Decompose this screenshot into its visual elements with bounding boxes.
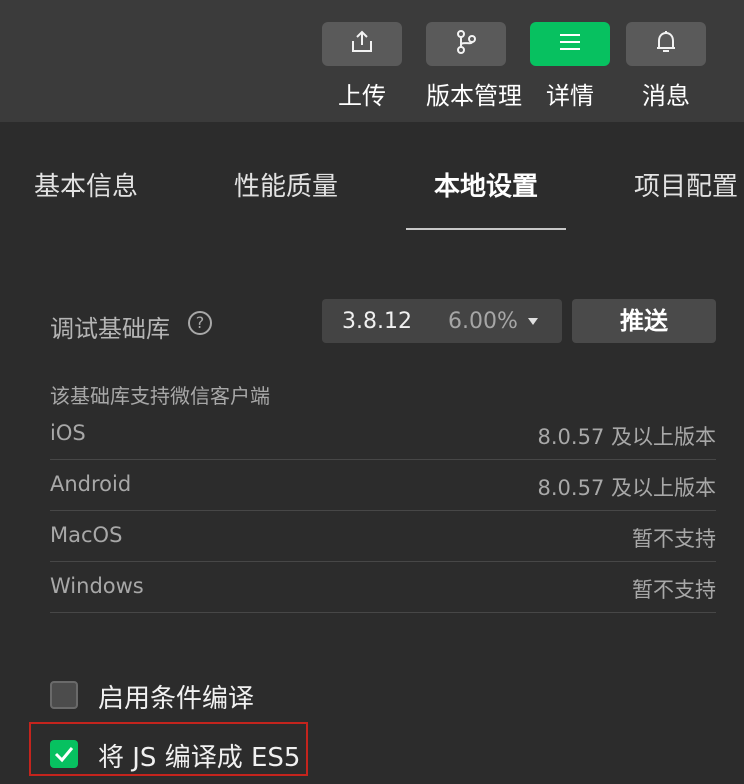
tab-basic-info[interactable]: 基本信息	[34, 166, 138, 203]
supported-clients-title: 该基础库支持微信客户端	[50, 384, 270, 408]
branch-icon	[453, 29, 479, 59]
library-version-select[interactable]: 3.8.12 6.00%	[322, 299, 562, 343]
upload-label: 上传	[338, 82, 386, 110]
client-version: 暂不支持	[632, 578, 716, 602]
debug-library-label: 调试基础库	[50, 315, 170, 343]
client-name: iOS	[50, 421, 86, 445]
active-tab-indicator	[406, 228, 566, 230]
details-label: 详情	[546, 82, 594, 110]
es5-compile-checkbox[interactable]	[50, 740, 78, 768]
version-tool[interactable]: 版本管理	[426, 22, 522, 111]
tab-performance[interactable]: 性能质量	[234, 166, 338, 203]
version-management-label: 版本管理	[426, 82, 522, 110]
details-tool[interactable]: 详情	[530, 22, 610, 111]
push-button[interactable]: 推送	[572, 299, 716, 343]
list-item: Android 8.0.57 及以上版本	[50, 460, 716, 511]
tab-project-config[interactable]: 项目配置	[634, 166, 738, 203]
version-management-button[interactable]	[426, 22, 506, 66]
client-version: 8.0.57 及以上版本	[537, 476, 716, 500]
client-name: Android	[50, 472, 132, 496]
tab-local-settings[interactable]: 本地设置	[434, 166, 538, 203]
supported-clients-list: iOS 8.0.57 及以上版本 Android 8.0.57 及以上版本 Ma…	[50, 409, 716, 613]
list-item: MacOS 暂不支持	[50, 511, 716, 562]
messages-button[interactable]	[626, 22, 706, 66]
chevron-down-icon	[528, 318, 538, 325]
help-icon[interactable]: ?	[188, 311, 212, 335]
list-item: iOS 8.0.57 及以上版本	[50, 409, 716, 460]
client-version: 暂不支持	[632, 527, 716, 551]
library-version: 3.8.12	[342, 309, 412, 334]
debug-library-row: 调试基础库 ? 3.8.12 6.00% 推送	[50, 299, 716, 343]
upload-icon	[349, 29, 375, 59]
check-icon	[54, 747, 74, 763]
top-toolbar: 上传 版本管理 详情 消息	[0, 0, 744, 122]
client-version: 8.0.57 及以上版本	[537, 425, 716, 449]
messages-tool[interactable]: 消息	[626, 22, 706, 111]
messages-label: 消息	[642, 82, 690, 110]
library-usage-percent: 6.00%	[448, 309, 518, 334]
client-name: Windows	[50, 574, 144, 598]
upload-button[interactable]	[322, 22, 402, 66]
menu-icon	[558, 32, 582, 56]
conditional-compile-label: 启用条件编译	[98, 684, 255, 714]
client-name: MacOS	[50, 523, 123, 547]
conditional-compile-checkbox[interactable]	[50, 681, 78, 709]
details-button[interactable]	[530, 22, 610, 66]
detail-tabs: 基本信息 性能质量 本地设置 项目配置	[0, 122, 744, 232]
bell-icon	[653, 29, 679, 59]
es5-compile-label: 将 JS 编译成 ES5	[98, 743, 301, 773]
list-item: Windows 暂不支持	[50, 562, 716, 613]
upload-tool[interactable]: 上传	[322, 22, 402, 111]
